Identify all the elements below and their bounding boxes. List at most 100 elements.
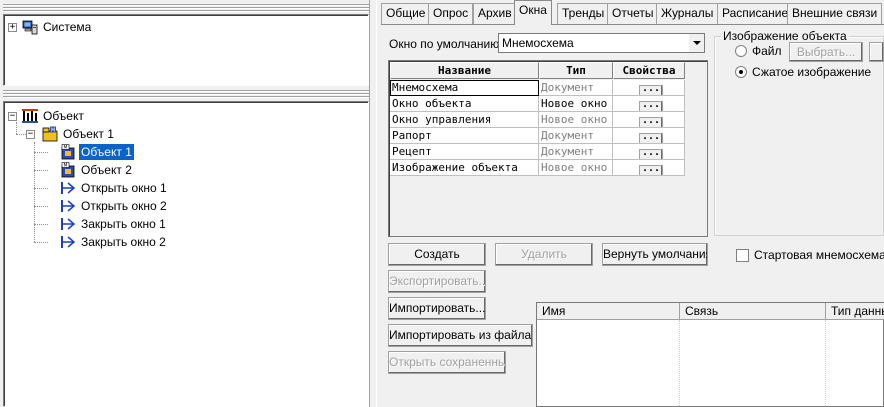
tree-connector <box>16 134 26 135</box>
tab-schedule[interactable]: Расписание <box>717 3 794 24</box>
cell-properties: ... <box>613 160 685 176</box>
chevron-down-icon[interactable] <box>688 34 704 52</box>
expand-system-button[interactable]: + <box>8 23 17 32</box>
cell-type[interactable]: Документ <box>539 80 613 96</box>
object-tree-pane[interactable]: − Объект − M Объект 1 M Объект 1 M Объек… <box>3 101 369 407</box>
column-header-link[interactable]: Связь <box>680 303 826 320</box>
cell-properties: ... <box>613 112 685 128</box>
export-button[interactable]: Экспортировать... <box>388 270 486 293</box>
tree-connector <box>34 170 48 171</box>
vertical-splitter[interactable] <box>369 0 377 407</box>
object-icon: M <box>42 126 58 142</box>
object-image-caption: Изображение объекта <box>721 29 849 43</box>
properties-button[interactable]: ... <box>639 164 663 175</box>
tree-item-open-window-2[interactable]: Открыть окно 2 <box>60 197 169 215</box>
tree-item-label: Объект 2 <box>81 163 132 177</box>
create-button[interactable]: Создать <box>388 243 486 266</box>
collapse-object-button[interactable]: − <box>8 112 17 121</box>
tree-item-object-1[interactable]: M Объект 1 <box>42 125 116 143</box>
tab-general[interactable]: Общие <box>381 3 431 24</box>
tree-item-object-root[interactable]: Объект <box>22 107 86 125</box>
properties-button[interactable]: ... <box>639 116 663 127</box>
cell-name[interactable]: Окно управления <box>390 112 539 128</box>
import-from-file-button[interactable]: Импортировать из файла... <box>388 324 533 347</box>
radio-indicator <box>735 66 747 78</box>
radio-indicator <box>735 45 747 57</box>
cell-name[interactable]: Изображение объекта <box>390 160 539 176</box>
open-arrow-icon <box>61 182 76 194</box>
tree-item-object-2[interactable]: M Объект 2 <box>60 161 134 179</box>
default-window-label: Окно по умолчанию : <box>389 37 506 51</box>
column-header-properties[interactable]: Свойства <box>613 62 685 79</box>
cell-type[interactable]: Документ <box>539 128 613 144</box>
tree-item-label: Объект 1 <box>78 143 135 161</box>
svg-text:M: M <box>51 128 55 134</box>
tree-item-label: Открыть окно 2 <box>81 199 167 213</box>
cell-properties: ... <box>613 128 685 144</box>
tab-reports[interactable]: Отчеты <box>607 3 659 24</box>
tab-windows[interactable]: Окна <box>514 0 552 25</box>
tab-strip: Общие Опрос Архив Окна Тренды Отчеты Жур… <box>377 0 884 25</box>
open-saved-button[interactable]: Открыть сохраненные <box>388 351 506 374</box>
cell-type[interactable]: Новое окно <box>539 96 613 112</box>
cell-name[interactable]: Рецепт <box>390 144 539 160</box>
import-button[interactable]: Импортировать... <box>388 297 486 320</box>
cell-type[interactable]: Новое окно <box>539 112 613 128</box>
column-header-name[interactable]: Имя <box>537 303 680 320</box>
table-row[interactable]: Рапорт Документ ... <box>390 128 685 144</box>
checkbox-box <box>736 248 749 262</box>
restore-defaults-button[interactable]: Вернуть умолчания <box>602 243 708 266</box>
cell-type[interactable]: Новое окно <box>539 160 613 176</box>
tree-connector <box>34 152 48 153</box>
tree-item-open-window-1[interactable]: Открыть окно 1 <box>60 179 169 197</box>
table-row[interactable]: Окно объекта Новое окно ... <box>390 96 685 112</box>
table-row[interactable]: Изображение объекта Новое окно ... <box>390 160 685 176</box>
grid-line <box>825 320 826 406</box>
cell-name[interactable]: Мнемосхема <box>390 80 539 96</box>
table-row[interactable]: Мнемосхема Документ ... <box>390 80 685 96</box>
properties-button[interactable]: ... <box>639 148 663 159</box>
column-header-type[interactable]: Тип <box>539 62 613 79</box>
column-header-name[interactable]: Название <box>390 62 539 79</box>
tree-item-close-window-2[interactable]: Закрыть окно 2 <box>60 233 168 251</box>
tab-polling[interactable]: Опрос <box>428 3 474 24</box>
extra-disabled-button[interactable] <box>869 42 884 62</box>
start-mnemo-checkbox[interactable]: Стартовая мнемосхема к <box>736 248 884 262</box>
default-window-select[interactable]: Мнемосхема <box>498 33 705 53</box>
top-pane-grip[interactable] <box>3 4 369 13</box>
file-radio[interactable]: Файл <box>735 44 782 58</box>
tab-trends[interactable]: Тренды <box>557 3 610 24</box>
collapse-object1-button[interactable]: − <box>26 130 35 139</box>
cell-properties: ... <box>613 80 685 96</box>
tree-item-system[interactable]: Система <box>22 18 93 36</box>
tree-item-object-1-child[interactable]: M Объект 1 <box>60 143 135 161</box>
cell-type[interactable]: Документ <box>539 144 613 160</box>
tree-item-label: Закрыть окно 1 <box>81 217 166 231</box>
cell-name[interactable]: Окно объекта <box>390 96 539 112</box>
tab-archive[interactable]: Архив <box>473 3 517 24</box>
properties-button[interactable]: ... <box>639 100 663 111</box>
tree-item-label: Объект 1 <box>63 127 114 141</box>
tab-external-links[interactable]: Внешние связи <box>787 3 883 24</box>
properties-button[interactable]: ... <box>639 84 663 95</box>
bottom-pane-grip[interactable] <box>3 90 369 99</box>
column-header-data-type[interactable]: Тип данны <box>826 303 884 320</box>
choose-file-button[interactable]: Выбрать... <box>789 42 863 62</box>
table-row[interactable]: Окно управления Новое окно ... <box>390 112 685 128</box>
tree-connector <box>34 242 48 243</box>
tree-item-label: Объект <box>43 109 84 123</box>
bindings-table[interactable]: Имя Связь Тип данны <box>536 302 884 407</box>
windows-table[interactable]: Название Тип Свойства Мнемосхема Докумен… <box>388 60 708 237</box>
cell-name[interactable]: Рапорт <box>390 128 539 144</box>
delete-button[interactable]: Удалить <box>495 243 593 266</box>
table-row[interactable]: Рецепт Документ ... <box>390 144 685 160</box>
system-tree-pane[interactable]: + Система <box>3 14 369 86</box>
open-arrow-icon <box>61 200 76 212</box>
properties-button[interactable]: ... <box>639 132 663 143</box>
tree-connector <box>34 206 48 207</box>
tree-connector <box>34 224 48 225</box>
cell-properties: ... <box>613 96 685 112</box>
tab-journals[interactable]: Журналы <box>656 3 719 24</box>
tree-item-close-window-1[interactable]: Закрыть окно 1 <box>60 215 168 233</box>
compressed-image-radio[interactable]: Сжатое изображение <box>735 65 871 79</box>
